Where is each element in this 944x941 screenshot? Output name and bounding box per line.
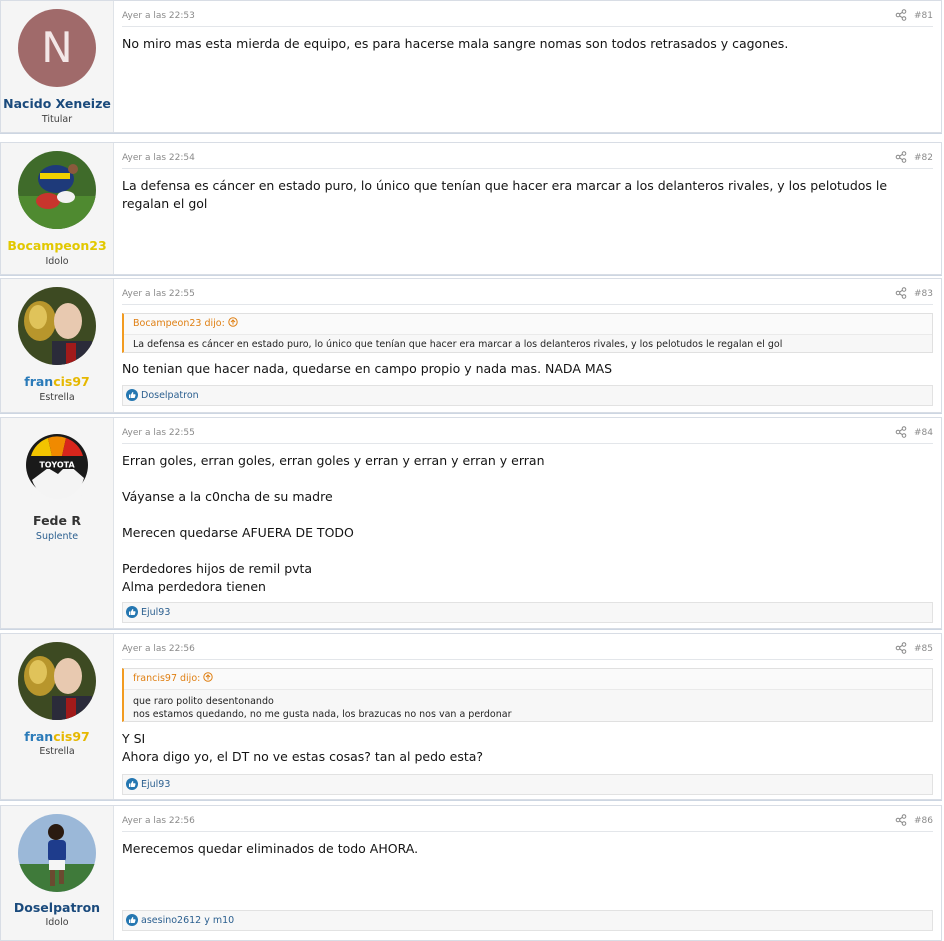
username[interactable]: Nacido Xeneize: [1, 96, 113, 111]
username-part-a: fran: [24, 374, 54, 389]
user-panel: N Nacido Xeneize Titular: [1, 1, 114, 132]
user-title: Suplente: [35, 531, 79, 542]
post-text: Y SI Ahora digo yo, el DT no ve estas co…: [122, 731, 484, 764]
share-icon[interactable]: [895, 642, 907, 654]
post-86: Doselpatron Idolo Ayer a las 22:56 #86 M…: [0, 805, 942, 941]
user-title: Idolo: [45, 917, 69, 928]
username-part-b: cis97: [53, 729, 90, 744]
like-icon: [126, 606, 138, 618]
share-icon[interactable]: [895, 814, 907, 826]
quote-author[interactable]: francis97 dijo:: [133, 673, 200, 684]
avatar[interactable]: [18, 642, 96, 720]
post-date[interactable]: Ayer a las 22:54: [122, 153, 195, 163]
avatar[interactable]: [18, 151, 96, 229]
username[interactable]: francis97: [1, 729, 113, 744]
post-number[interactable]: #85: [914, 644, 933, 654]
share-icon[interactable]: [895, 151, 907, 163]
post-date[interactable]: Ayer a las 22:55: [122, 289, 195, 299]
post-text: Merecemos quedar eliminados de todo AHOR…: [122, 841, 419, 856]
reactions-text[interactable]: Ejul93: [141, 603, 170, 622]
reactions-bar[interactable]: asesino2612 y m10: [122, 910, 933, 931]
post-82: Bocampeon23 Idolo Ayer a las 22:54 #82 L…: [0, 142, 942, 275]
post-84: TOYOTA Fede R Suplente Ayer a las 22:55 …: [0, 417, 942, 629]
avatar-letter: N: [41, 23, 72, 72]
post-date[interactable]: Ayer a las 22:55: [122, 428, 195, 438]
post-number[interactable]: #82: [914, 153, 933, 163]
username-part-a: fran: [24, 729, 54, 744]
share-icon[interactable]: [895, 426, 907, 438]
post-meta: Ayer a las 22:56 #86: [122, 814, 933, 832]
post-text: No tenian que hacer nada, quedarse en ca…: [122, 361, 613, 376]
user-panel: Bocampeon23 Idolo: [1, 143, 114, 274]
post-meta: Ayer a las 22:55 #84: [122, 426, 933, 444]
reactions-bar[interactable]: Doselpatron: [122, 385, 933, 406]
post-text: La defensa es cáncer en estado puro, lo …: [122, 178, 888, 211]
post-number[interactable]: #86: [914, 816, 933, 826]
avatar[interactable]: TOYOTA: [18, 426, 96, 504]
user-title: Estrella: [39, 746, 75, 757]
post-81: N Nacido Xeneize Titular Ayer a las 22:5…: [0, 0, 942, 133]
post-meta: Ayer a las 22:54 #82: [122, 151, 933, 169]
like-icon: [126, 914, 138, 926]
user-title: Idolo: [45, 256, 69, 267]
post-number[interactable]: #84: [914, 428, 933, 438]
username[interactable]: francis97: [1, 374, 113, 389]
arrow-up-circle-icon[interactable]: [228, 317, 238, 327]
post-date[interactable]: Ayer a las 22:53: [122, 11, 195, 21]
avatar[interactable]: [18, 287, 96, 365]
arrow-up-circle-icon[interactable]: [203, 672, 214, 682]
quote-block: Bocampeon23 dijo: La defensa es cáncer e…: [122, 313, 933, 353]
user-panel: francis97 Estrella: [1, 634, 114, 799]
avatar[interactable]: [18, 814, 96, 892]
username[interactable]: Bocampeon23: [1, 238, 113, 253]
like-icon: [126, 778, 138, 790]
user-panel: Doselpatron Idolo: [1, 806, 114, 940]
username[interactable]: Fede R: [1, 513, 113, 528]
post-number[interactable]: #83: [914, 289, 933, 299]
quote-author[interactable]: Bocampeon23 dijo:: [133, 318, 225, 329]
post-date[interactable]: Ayer a las 22:56: [122, 816, 195, 826]
user-panel: TOYOTA Fede R Suplente: [1, 418, 114, 628]
reactions-bar[interactable]: Ejul93: [122, 774, 933, 795]
reactions-bar[interactable]: Ejul93: [122, 602, 933, 623]
post-date[interactable]: Ayer a las 22:56: [122, 644, 195, 654]
user-panel: francis97 Estrella: [1, 279, 114, 412]
post-83: francis97 Estrella Ayer a las 22:55 #83 …: [0, 278, 942, 413]
avatar[interactable]: N: [18, 9, 96, 87]
share-icon[interactable]: [895, 9, 907, 21]
reactions-text[interactable]: Doselpatron: [141, 386, 199, 405]
post-number[interactable]: #81: [914, 11, 933, 21]
like-icon: [126, 389, 138, 401]
post-text: Erran goles, erran goles, erran goles y …: [122, 453, 545, 594]
post-text: No miro mas esta mierda de equipo, es pa…: [122, 36, 789, 51]
reactions-text[interactable]: Ejul93: [141, 775, 170, 794]
post-meta: Ayer a las 22:53 #81: [122, 9, 933, 27]
post-85: francis97 Estrella Ayer a las 22:56 #85 …: [0, 633, 942, 800]
quote-text: La defensa es cáncer en estado puro, lo …: [133, 339, 783, 350]
post-meta: Ayer a las 22:55 #83: [122, 287, 933, 305]
share-icon[interactable]: [895, 287, 907, 299]
user-title: Titular: [41, 114, 73, 125]
post-meta: Ayer a las 22:56 #85: [122, 642, 933, 660]
quote-block: francis97 dijo: que raro polito desenton…: [122, 668, 933, 722]
username[interactable]: Doselpatron: [1, 900, 113, 915]
username-part-b: cis97: [53, 374, 90, 389]
avatar-text: TOYOTA: [39, 461, 75, 470]
reactions-text[interactable]: asesino2612 y m10: [141, 911, 234, 930]
user-title: Estrella: [39, 392, 75, 403]
quote-text: que raro polito desentonando nos estamos…: [133, 696, 512, 720]
